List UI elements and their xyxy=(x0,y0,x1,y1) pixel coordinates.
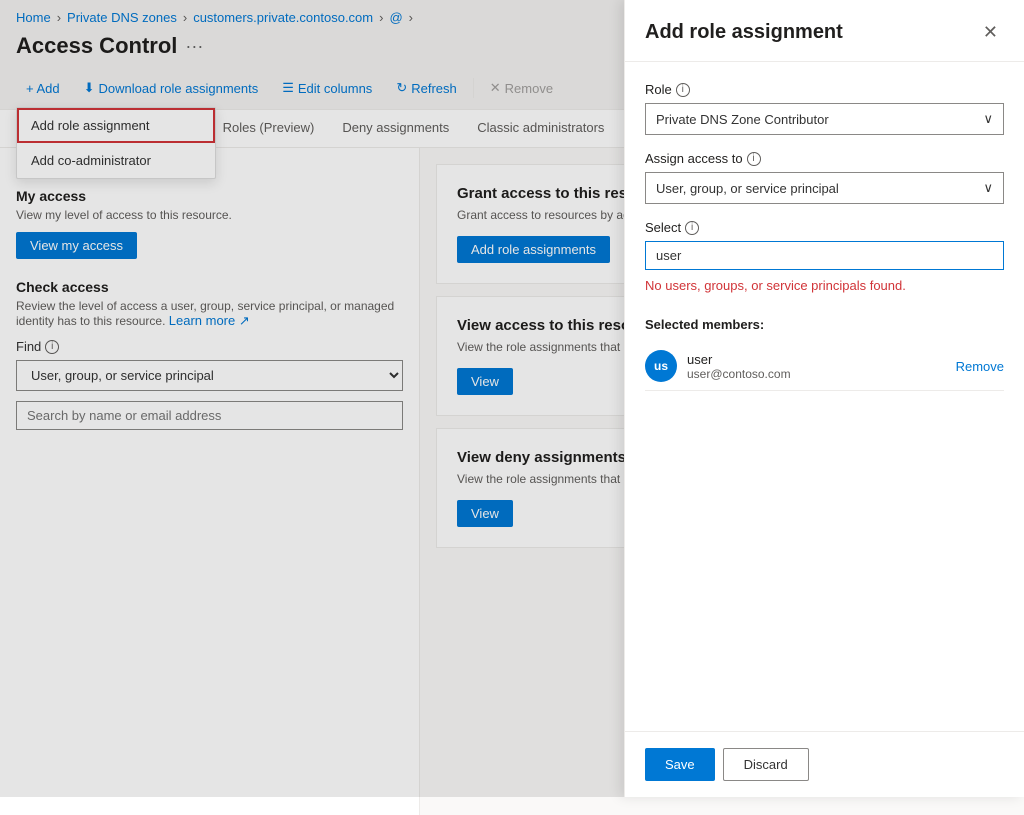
role-field-label: Role i xyxy=(645,82,1004,97)
side-panel-footer: Save Discard xyxy=(625,731,1024,797)
selected-members-section: Selected members: us user user@contoso.c… xyxy=(645,317,1004,391)
side-panel-title: Add role assignment xyxy=(645,21,843,44)
assign-access-label: Assign access to i xyxy=(645,151,1004,166)
assign-info-icon[interactable]: i xyxy=(747,152,761,166)
no-results-message: No users, groups, or service principals … xyxy=(645,270,1004,301)
role-select[interactable]: Private DNS Zone Contributor ∨ xyxy=(645,103,1004,135)
role-field-group: Role i Private DNS Zone Contributor ∨ xyxy=(645,82,1004,135)
select-field-group: Select i No users, groups, or service pr… xyxy=(645,220,1004,301)
select-info-icon[interactable]: i xyxy=(685,221,699,235)
close-panel-button[interactable]: ✕ xyxy=(977,20,1004,45)
member-item: us user user@contoso.com Remove xyxy=(645,342,1004,391)
member-email: user@contoso.com xyxy=(687,367,946,381)
avatar: us xyxy=(645,350,677,382)
role-chevron-icon: ∨ xyxy=(983,111,993,127)
select-field-label: Select i xyxy=(645,220,1004,235)
select-input[interactable] xyxy=(645,241,1004,270)
member-name: user xyxy=(687,352,946,367)
role-info-icon[interactable]: i xyxy=(676,83,690,97)
side-panel-header: Add role assignment ✕ xyxy=(625,0,1024,62)
assign-chevron-icon: ∨ xyxy=(983,180,993,196)
side-panel-body: Role i Private DNS Zone Contributor ∨ As… xyxy=(625,62,1024,731)
assign-access-select[interactable]: User, group, or service principal ∨ xyxy=(645,172,1004,204)
save-button[interactable]: Save xyxy=(645,748,715,781)
discard-button[interactable]: Discard xyxy=(723,748,809,781)
member-info: user user@contoso.com xyxy=(687,352,946,381)
assign-access-field-group: Assign access to i User, group, or servi… xyxy=(645,151,1004,204)
remove-member-link[interactable]: Remove xyxy=(956,359,1004,374)
selected-members-label: Selected members: xyxy=(645,317,1004,332)
overlay xyxy=(0,0,624,797)
side-panel: Add role assignment ✕ Role i Private DNS… xyxy=(624,0,1024,797)
